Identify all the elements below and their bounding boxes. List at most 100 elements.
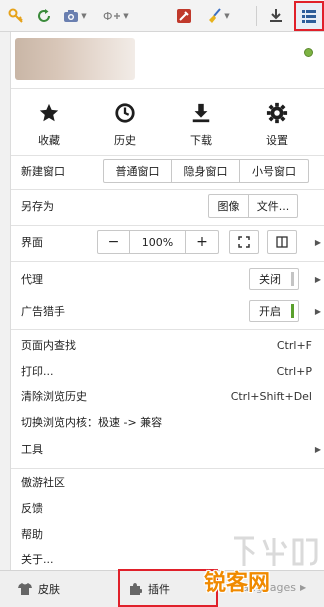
downloads-button[interactable]: 下载 — [169, 98, 233, 148]
adblock-toggle[interactable]: 开启 — [249, 300, 299, 322]
split-view-icon — [276, 236, 288, 248]
adblock-label: 广告猎手 — [21, 305, 65, 318]
history-label: 历史 — [114, 134, 136, 147]
help-label: 帮助 — [21, 528, 43, 541]
about-label: 关于... — [21, 553, 54, 566]
save-as-options: 图像 文件... — [208, 194, 298, 218]
profile-header[interactable] — [11, 32, 324, 88]
key-icon[interactable] — [4, 4, 28, 28]
adblock-state: 开启 — [259, 305, 281, 318]
downloads-label: 下载 — [190, 134, 212, 147]
submenu-arrow-icon: ▶ — [300, 583, 307, 592]
feedback-label: 反馈 — [21, 502, 43, 515]
proxy-indicator — [291, 272, 294, 286]
divider — [11, 261, 324, 262]
watermark-text: 锐客网 — [204, 571, 271, 596]
find-in-page-label: 页面内查找 — [21, 339, 76, 352]
star-icon — [39, 103, 59, 122]
community-label: 傲游社区 — [21, 476, 65, 489]
new-window-row: 新建窗口 普通窗口 隐身窗口 小号窗口 — [11, 158, 324, 184]
divider — [11, 88, 324, 89]
download-icon — [192, 103, 210, 123]
fullscreen-icon — [238, 236, 250, 248]
favorites-button[interactable]: 收藏 — [17, 98, 81, 148]
submenu-arrow-icon: ▶ — [314, 306, 321, 316]
broom-icon[interactable]: ▼ — [202, 4, 234, 28]
clear-history-label: 清除浏览历史 — [21, 390, 87, 403]
new-window-label: 新建窗口 — [21, 165, 65, 178]
adblock-row[interactable]: 广告猎手 开启 ▶ — [11, 298, 324, 324]
divider — [11, 155, 324, 156]
zoom-out-button[interactable]: − — [98, 231, 130, 253]
menu-list-icon — [302, 10, 316, 23]
chevron-down-icon: ▼ — [81, 12, 87, 20]
save-file-button[interactable]: 文件... — [249, 195, 297, 217]
print-shortcut: Ctrl+P — [276, 364, 312, 378]
save-as-row: 另存为 图像 文件... — [11, 193, 324, 219]
page-edge — [0, 32, 11, 607]
settings-label: 设置 — [266, 134, 288, 147]
fullscreen-button[interactable] — [230, 231, 258, 253]
zoom-label: 界面 — [21, 236, 43, 249]
download-icon[interactable] — [264, 4, 288, 28]
toolbox-icon[interactable] — [172, 4, 196, 28]
zoom-controls: − 100% + — [97, 230, 219, 254]
adblock-indicator — [291, 304, 294, 318]
tools-label: 工具 — [21, 443, 43, 456]
proxy-label: 代理 — [21, 273, 43, 286]
switch-engine-label: 切换浏览内核：极速 -> 兼容 — [21, 416, 163, 429]
zoom-row: 界面 − 100% + ▶ — [11, 229, 324, 255]
proxy-row[interactable]: 代理 关闭 ▶ — [11, 266, 324, 292]
main-menu-button[interactable] — [294, 1, 324, 31]
submenu-arrow-icon: ▶ — [314, 444, 321, 454]
favorites-label: 收藏 — [38, 134, 60, 147]
skin-button[interactable]: 皮肤 — [18, 581, 60, 597]
feedback-item[interactable]: 反馈 — [11, 496, 324, 520]
divider — [11, 329, 324, 330]
main-menu-panel: 收藏 历史 下载 设置 新建窗口 普通窗口 隐身窗口 小号窗口 另存为 图像 文… — [11, 32, 324, 607]
chevron-down-icon: ▼ — [224, 12, 230, 20]
divider — [11, 225, 324, 226]
zoom-in-button[interactable]: + — [186, 231, 218, 253]
split-view-button[interactable] — [268, 231, 296, 253]
proxy-toggle[interactable]: 关闭 — [249, 268, 299, 290]
clear-history-shortcut: Ctrl+Shift+Del — [230, 389, 312, 403]
save-as-label: 另存为 — [21, 200, 54, 213]
save-image-button[interactable]: 图像 — [209, 195, 249, 217]
translate-icon[interactable]: Ф ▼ — [100, 4, 132, 28]
normal-window-button[interactable]: 普通窗口 — [104, 160, 172, 182]
submenu-arrow-icon: ▶ — [314, 274, 321, 284]
history-button[interactable]: 历史 — [93, 98, 157, 148]
sync-status-icon — [304, 48, 313, 57]
clear-history-item[interactable]: 清除浏览历史 Ctrl+Shift+Del — [11, 384, 324, 408]
find-in-page-shortcut: Ctrl+F — [276, 338, 312, 352]
find-in-page-item[interactable]: 页面内查找 Ctrl+F — [11, 333, 324, 357]
divider — [11, 468, 324, 469]
print-label: 打印... — [21, 365, 54, 378]
submenu-arrow-icon: ▶ — [314, 237, 321, 247]
skin-label: 皮肤 — [38, 583, 60, 596]
camera-icon[interactable]: ▼ — [60, 4, 90, 28]
settings-button[interactable]: 设置 — [245, 98, 309, 148]
new-window-options: 普通窗口 隐身窗口 小号窗口 — [103, 159, 309, 183]
plugins-highlight — [118, 569, 218, 607]
avatar[interactable] — [15, 38, 135, 80]
svg-text:Ф: Ф — [103, 10, 112, 23]
zoom-level: 100% — [130, 231, 186, 253]
gear-icon — [266, 102, 288, 124]
chevron-down-icon: ▼ — [123, 12, 129, 20]
view-mode-controls — [229, 230, 259, 254]
tools-item[interactable]: 工具 ▶ — [11, 437, 324, 461]
divider — [11, 189, 324, 190]
alt-account-window-button[interactable]: 小号窗口 — [240, 160, 308, 182]
proxy-state: 关闭 — [259, 273, 281, 286]
refresh-icon[interactable] — [32, 4, 56, 28]
switch-engine-item[interactable]: 切换浏览内核：极速 -> 兼容 — [11, 410, 324, 434]
incognito-window-button[interactable]: 隐身窗口 — [172, 160, 240, 182]
community-item[interactable]: 傲游社区 — [11, 470, 324, 494]
clock-icon — [115, 103, 135, 123]
tshirt-icon — [18, 583, 32, 595]
print-item[interactable]: 打印... Ctrl+P — [11, 359, 324, 383]
browser-toolbar: ▼ Ф ▼ ▼ — [0, 0, 324, 32]
split-view-controls — [267, 230, 297, 254]
